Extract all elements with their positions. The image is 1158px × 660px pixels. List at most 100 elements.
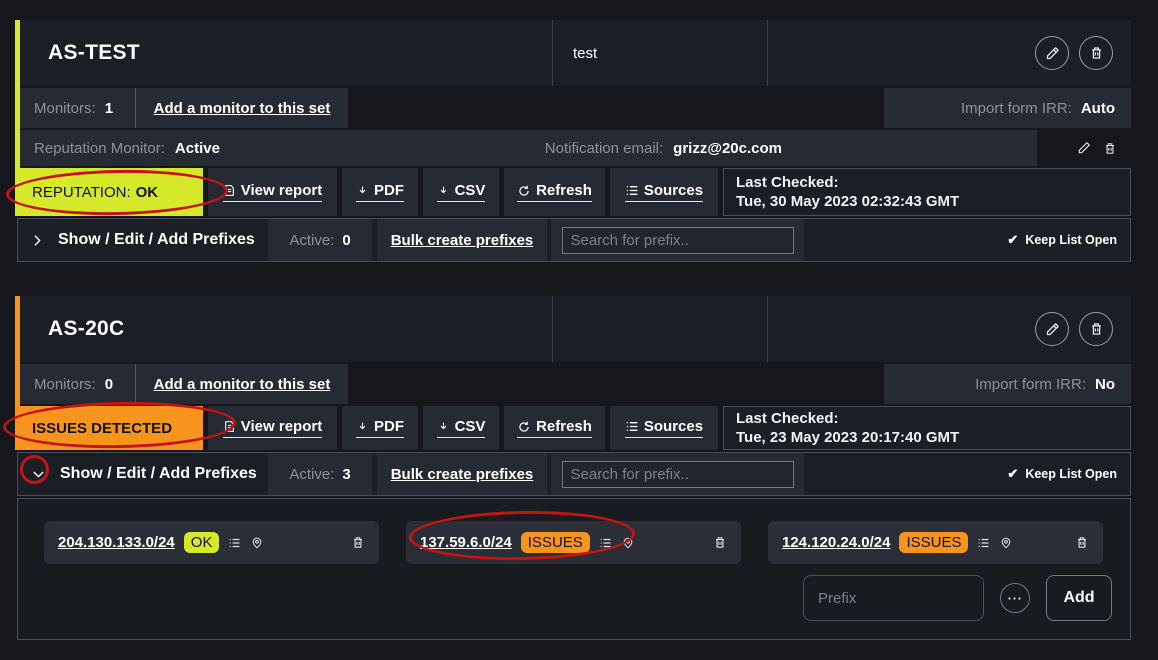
trash-icon bbox=[713, 535, 727, 550]
delete-prefix-button[interactable] bbox=[1075, 535, 1089, 550]
active-label: Active: bbox=[289, 232, 334, 249]
download-icon bbox=[437, 420, 450, 434]
active-count: 3 bbox=[342, 466, 350, 483]
edit-set-button[interactable] bbox=[1035, 36, 1069, 70]
last-checked: Last Checked: Tue, 30 May 2023 02:32:43 … bbox=[723, 168, 1131, 216]
download-icon bbox=[356, 420, 369, 434]
add-monitor-link[interactable]: Add a monitor to this set bbox=[154, 100, 331, 117]
prefix-sources-button[interactable] bbox=[977, 537, 990, 549]
sources-button[interactable]: Sources bbox=[610, 406, 718, 450]
document-icon bbox=[223, 419, 236, 434]
new-prefix-input[interactable] bbox=[803, 575, 984, 621]
import-irr-value: No bbox=[1095, 376, 1115, 393]
sources-button[interactable]: Sources bbox=[610, 168, 718, 216]
trash-icon bbox=[1075, 535, 1089, 550]
panel-header: AS-20C bbox=[20, 296, 1131, 362]
prefix-list-container: 204.130.133.0/24 OK 137.59.6.0/24 ISSUES… bbox=[17, 498, 1131, 640]
pencil-icon bbox=[1045, 46, 1060, 61]
show-edit-prefixes-toggle[interactable]: Show / Edit / Add Prefixes bbox=[18, 453, 268, 495]
list-icon bbox=[625, 420, 639, 433]
last-checked-label: Last Checked: bbox=[736, 173, 1130, 193]
more-options-button[interactable]: ⋯ bbox=[1000, 583, 1030, 613]
list-icon bbox=[228, 537, 241, 549]
prefix-link[interactable]: 137.59.6.0/24 bbox=[420, 534, 512, 551]
bulk-create-prefixes-link[interactable]: Bulk create prefixes bbox=[391, 466, 534, 483]
status-toolbar-row: ISSUES DETECTED View report PDF CSV Refr… bbox=[20, 406, 1131, 450]
monitors-row: Monitors: 0 Add a monitor to this set Im… bbox=[20, 364, 1131, 404]
download-csv-button[interactable]: CSV bbox=[423, 168, 499, 216]
panel-accent-block: AS-TEST test Monitors: 1 Add a m bbox=[15, 20, 1131, 216]
notification-email-value: grizz@20c.com bbox=[673, 140, 782, 157]
keep-list-open-checkbox[interactable]: ✔ Keep List Open bbox=[1007, 219, 1130, 261]
pencil-icon bbox=[1045, 322, 1060, 337]
monitors-row: Monitors: 1 Add a monitor to this set Im… bbox=[20, 88, 1131, 128]
panel-description: test bbox=[573, 45, 597, 62]
prefixes-bar: Show / Edit / Add Prefixes Active: 3 Bul… bbox=[17, 452, 1131, 496]
last-checked-value: Tue, 23 May 2023 20:17:40 GMT bbox=[736, 428, 1130, 448]
prefix-location-button[interactable] bbox=[999, 535, 1013, 550]
show-edit-prefixes-toggle[interactable]: Show / Edit / Add Prefixes bbox=[18, 219, 268, 261]
reputation-monitor-label: Reputation Monitor: bbox=[34, 140, 165, 157]
trash-icon bbox=[1103, 141, 1117, 156]
pencil-icon bbox=[1077, 141, 1091, 155]
prefix-item: 204.130.133.0/24 OK bbox=[44, 521, 379, 564]
prefix-item: 124.120.24.0/24 ISSUES bbox=[768, 521, 1103, 564]
prefix-search-input[interactable] bbox=[562, 461, 794, 488]
import-irr-label: Import form IRR: bbox=[975, 376, 1086, 393]
status-toolbar-row: REPUTATION: OK View report PDF CSV Refre… bbox=[20, 168, 1131, 216]
add-prefix-row: ⋯ Add bbox=[803, 575, 1112, 621]
chevron-right-icon bbox=[31, 233, 44, 248]
reputation-status-badge: REPUTATION: OK bbox=[20, 168, 203, 216]
document-icon bbox=[223, 183, 236, 198]
delete-prefix-button[interactable] bbox=[713, 535, 727, 550]
prefix-sources-button[interactable] bbox=[599, 537, 612, 549]
prefix-status-badge: ISSUES bbox=[521, 532, 590, 553]
list-icon bbox=[977, 537, 990, 549]
monitor-set-panel-as-20c: AS-20C Monitors: 0 Add a monito bbox=[15, 296, 1131, 640]
panel-header: AS-TEST test bbox=[20, 20, 1131, 86]
map-pin-icon bbox=[621, 535, 635, 550]
prefix-link[interactable]: 124.120.24.0/24 bbox=[782, 534, 890, 551]
keep-list-open-checkbox[interactable]: ✔ Keep List Open bbox=[1007, 453, 1130, 495]
notification-email-label: Notification email: bbox=[545, 140, 663, 157]
delete-prefix-button[interactable] bbox=[351, 535, 365, 550]
refresh-button[interactable]: Refresh bbox=[504, 168, 605, 216]
delete-set-button[interactable] bbox=[1079, 36, 1113, 70]
prefix-sources-button[interactable] bbox=[228, 537, 241, 549]
reputation-monitor-value: Active bbox=[175, 140, 220, 157]
delete-set-button[interactable] bbox=[1079, 312, 1113, 346]
edit-set-button[interactable] bbox=[1035, 312, 1069, 346]
monitors-count: 1 bbox=[105, 100, 113, 117]
last-checked-label: Last Checked: bbox=[736, 409, 1130, 429]
active-count: 0 bbox=[342, 232, 350, 249]
list-icon bbox=[625, 184, 639, 197]
panel-title: AS-TEST bbox=[48, 41, 140, 65]
import-irr-value: Auto bbox=[1081, 100, 1115, 117]
prefix-link[interactable]: 204.130.133.0/24 bbox=[58, 534, 175, 551]
map-pin-icon bbox=[250, 535, 264, 550]
prefix-status-badge: OK bbox=[184, 532, 220, 553]
panel-title: AS-20C bbox=[48, 317, 125, 341]
monitors-label: Monitors: bbox=[34, 100, 96, 117]
prefix-location-button[interactable] bbox=[250, 535, 264, 550]
reputation-monitor-row: Reputation Monitor: Active Notification … bbox=[20, 130, 1131, 166]
monitors-label: Monitors: bbox=[34, 376, 96, 393]
add-prefix-button[interactable]: Add bbox=[1046, 575, 1112, 621]
add-monitor-link[interactable]: Add a monitor to this set bbox=[154, 376, 331, 393]
edit-monitor-button[interactable] bbox=[1077, 141, 1091, 155]
bulk-create-prefixes-link[interactable]: Bulk create prefixes bbox=[391, 232, 534, 249]
download-pdf-button[interactable]: PDF bbox=[342, 406, 418, 450]
prefix-item: 137.59.6.0/24 ISSUES bbox=[406, 521, 741, 564]
view-report-button[interactable]: View report bbox=[208, 406, 337, 450]
panel-accent-block: AS-20C Monitors: 0 Add a monito bbox=[15, 296, 1131, 450]
checkmark-icon: ✔ bbox=[1007, 466, 1018, 482]
download-icon bbox=[437, 184, 450, 198]
trash-icon bbox=[1089, 321, 1104, 337]
refresh-button[interactable]: Refresh bbox=[504, 406, 605, 450]
delete-monitor-button[interactable] bbox=[1103, 141, 1117, 156]
view-report-button[interactable]: View report bbox=[208, 168, 337, 216]
prefix-search-input[interactable] bbox=[562, 227, 794, 254]
download-csv-button[interactable]: CSV bbox=[423, 406, 499, 450]
download-pdf-button[interactable]: PDF bbox=[342, 168, 418, 216]
prefix-location-button[interactable] bbox=[621, 535, 635, 550]
